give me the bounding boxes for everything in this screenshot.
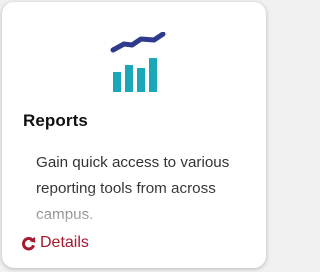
reports-card[interactable]: Reports Gain quick access to various rep… — [2, 2, 266, 268]
card-title: Reports — [23, 111, 88, 130]
details-link[interactable]: Details — [21, 234, 89, 252]
card-description: Gain quick access to various reporting t… — [36, 154, 230, 223]
analytics-chart-icon — [110, 31, 166, 94]
rotate-arrow-icon — [21, 236, 36, 251]
details-label: Details — [40, 234, 89, 251]
